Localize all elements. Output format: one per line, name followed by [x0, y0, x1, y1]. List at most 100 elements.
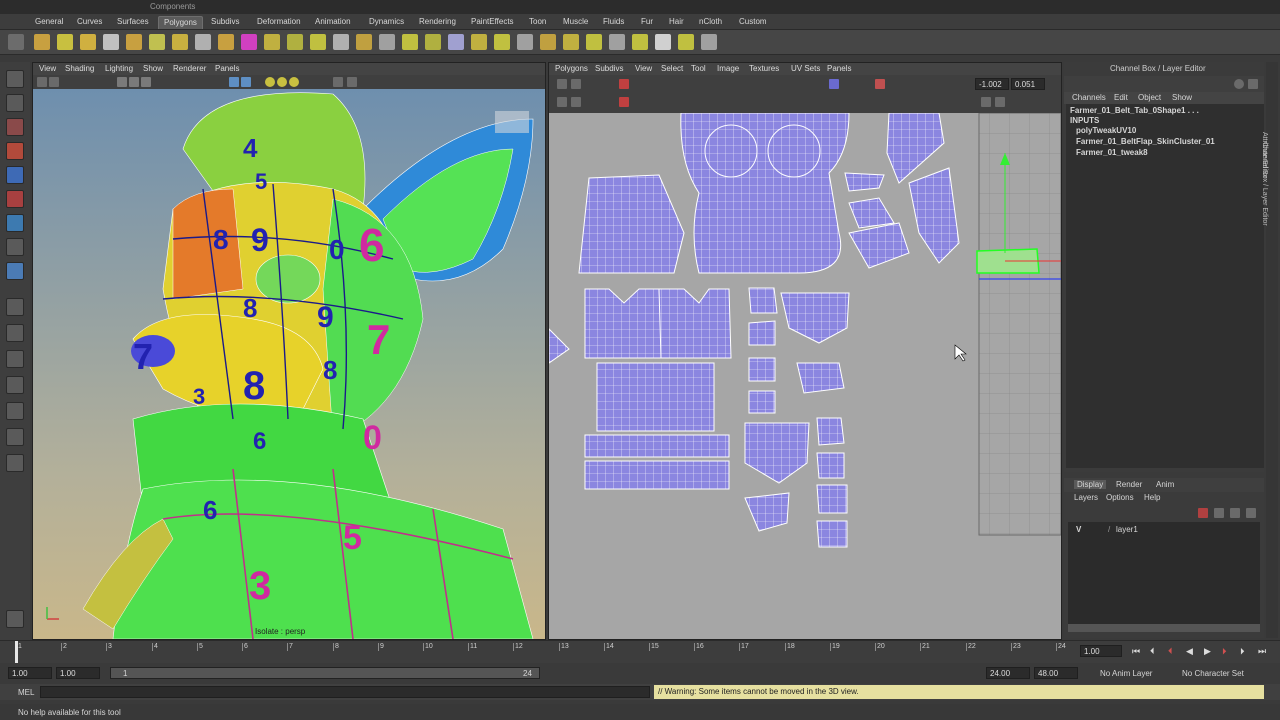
uv-menu-view[interactable]: View	[635, 64, 652, 73]
last-tool-icon[interactable]	[6, 262, 24, 280]
current-frame-field[interactable]: 1.00	[1080, 645, 1122, 657]
layer-tab-display[interactable]: Display	[1074, 480, 1107, 489]
go-to-start-icon[interactable]: ⏮	[1132, 646, 1140, 657]
extrude-icon[interactable]	[494, 34, 510, 50]
time-slider[interactable]: 1 2 3 4 5 6 7 8 9 10 11 12 13 14 15 16 17 18 19 20 21 22 23 24 …	[0, 640, 1280, 663]
new-layer-icon[interactable]	[1198, 508, 1208, 518]
go-to-end-icon[interactable]: ⏭	[1258, 646, 1266, 657]
input-node[interactable]: polyTweakUV10	[1076, 126, 1136, 135]
smooth-shade-icon[interactable]	[241, 77, 251, 87]
combine-icon[interactable]	[310, 34, 326, 50]
uv-grid-toggle-icon[interactable]	[875, 79, 885, 89]
new-layer-selected-icon[interactable]	[1214, 508, 1224, 518]
range-slider[interactable]: 1 24	[110, 667, 540, 679]
booleans-icon[interactable]	[379, 34, 395, 50]
shelf-tab-fur[interactable]: Fur	[636, 16, 658, 28]
uv-menu-image[interactable]: Image	[717, 64, 739, 73]
layout-outliner-icon[interactable]	[6, 376, 24, 394]
layout-hypershade-icon[interactable]	[6, 428, 24, 446]
layer-visibility-toggle[interactable]: V	[1076, 525, 1081, 534]
cube-icon[interactable]	[57, 34, 73, 50]
uv-move-icon[interactable]	[619, 79, 629, 89]
prism-icon[interactable]	[172, 34, 188, 50]
playback-end-field[interactable]: 24.00	[986, 667, 1030, 679]
plane-icon[interactable]	[126, 34, 142, 50]
step-forward-key-icon[interactable]: ⏵	[1222, 646, 1227, 657]
anim-layer-dropdown[interactable]: No Anim Layer	[1100, 669, 1152, 678]
uv-flip-u-icon[interactable]	[557, 79, 567, 89]
shelf-tab-rendering[interactable]: Rendering	[414, 16, 461, 28]
cone-icon[interactable]	[103, 34, 119, 50]
uv-editor-icon[interactable]	[701, 34, 717, 50]
soft-mod-icon[interactable]	[6, 238, 24, 256]
rotate-tool-icon[interactable]	[6, 166, 24, 184]
uv-paste-icon[interactable]	[995, 97, 1005, 107]
split-icon[interactable]	[563, 34, 579, 50]
channel-box-icon[interactable]	[1234, 79, 1244, 89]
uv-menu-select[interactable]: Select	[661, 64, 683, 73]
command-language-label[interactable]: MEL	[18, 688, 34, 697]
camera-attr-icon[interactable]	[49, 77, 59, 87]
uv-sew-icon[interactable]	[619, 97, 629, 107]
platonic-icon[interactable]	[287, 34, 303, 50]
grid-icon[interactable]	[117, 77, 127, 87]
channel-menu-object[interactable]: Object	[1138, 93, 1161, 102]
layer-tab-anim[interactable]: Anim	[1156, 480, 1174, 489]
selected-object-name[interactable]: Farmer_01_Belt_Tab_0Shape1 . . .	[1070, 106, 1199, 115]
shelf-tab-muscle[interactable]: Muscle	[558, 16, 593, 28]
shelf-menu-icon[interactable]	[8, 34, 24, 50]
side-tab-channel-box[interactable]: Channel Box / Layer Editor	[1261, 142, 1268, 226]
layer-name[interactable]: layer1	[1116, 525, 1138, 534]
film-gate-icon[interactable]	[129, 77, 139, 87]
current-time-marker[interactable]	[15, 641, 18, 663]
paint-select-icon[interactable]	[6, 118, 24, 136]
viewport-menu-shading[interactable]: Shading	[65, 64, 94, 73]
shelf-tab-custom[interactable]: Custom	[734, 16, 772, 28]
uv-auto-icon[interactable]	[678, 34, 694, 50]
input-node[interactable]: Farmer_01_tweak8	[1076, 148, 1148, 157]
torus-icon[interactable]	[149, 34, 165, 50]
viewport-menu-view[interactable]: View	[39, 64, 56, 73]
character-set-dropdown[interactable]: No Character Set	[1182, 669, 1244, 678]
extract-icon[interactable]	[356, 34, 372, 50]
shelf-tab-surfaces[interactable]: Surfaces	[112, 16, 154, 28]
u-value-field[interactable]: -1.002	[975, 78, 1009, 90]
layout-single-icon[interactable]	[6, 298, 24, 316]
viewport-canvas[interactable]: 4 5 8 9 0 6 8 9 7 8 8 7 3 6 0 5 3 6 Isol…	[33, 89, 545, 639]
camera-icon[interactable]	[37, 77, 47, 87]
layout-graph-icon[interactable]	[6, 402, 24, 420]
viewport-menu-lighting[interactable]: Lighting	[105, 64, 133, 73]
uv-menu-uv-sets[interactable]: UV Sets	[791, 64, 820, 73]
shelf-tab-curves[interactable]: Curves	[72, 16, 107, 28]
append-icon[interactable]	[517, 34, 533, 50]
uv-rotate-icon[interactable]	[557, 97, 567, 107]
offset-loop-icon[interactable]	[609, 34, 625, 50]
pyramid-icon[interactable]	[195, 34, 211, 50]
shelf-tab-ncloth[interactable]: nCloth	[694, 16, 727, 28]
scale-tool-icon[interactable]	[6, 190, 24, 208]
attribute-editor-toggle-icon[interactable]	[1248, 79, 1258, 89]
lasso-tool-icon[interactable]	[6, 94, 24, 112]
move-tool-icon[interactable]	[6, 142, 24, 160]
shelf-tab-toon[interactable]: Toon	[524, 16, 551, 28]
uv-texture-editor[interactable]: Polygons Subdivs View Select Tool Image …	[548, 62, 1062, 640]
layer-down-icon[interactable]	[1246, 508, 1256, 518]
cylinder-icon[interactable]	[80, 34, 96, 50]
perspective-viewport[interactable]: View Shading Lighting Show Renderer Pane…	[32, 62, 546, 640]
viewport-menu-show[interactable]: Show	[143, 64, 163, 73]
bridge-icon[interactable]	[471, 34, 487, 50]
shelf-tab-general[interactable]: General	[30, 16, 68, 28]
layer-menu-help[interactable]: Help	[1144, 493, 1160, 502]
layout-two-icon[interactable]	[6, 350, 24, 368]
soccer-icon[interactable]	[264, 34, 280, 50]
uv-menu-polygons[interactable]: Polygons	[555, 64, 588, 73]
shelf-tab-animation[interactable]: Animation	[310, 16, 356, 28]
uv-planar-icon[interactable]	[655, 34, 671, 50]
step-forward-icon[interactable]: ⏵	[1240, 646, 1245, 657]
shelf-tab-hair[interactable]: Hair	[664, 16, 689, 28]
layout-persp-icon[interactable]	[6, 454, 24, 472]
pipe-icon[interactable]	[218, 34, 234, 50]
layer-row[interactable]: V / layer1	[1068, 524, 1260, 536]
start-time-field[interactable]: 1.00	[8, 667, 52, 679]
layer-tab-render[interactable]: Render	[1116, 480, 1142, 489]
